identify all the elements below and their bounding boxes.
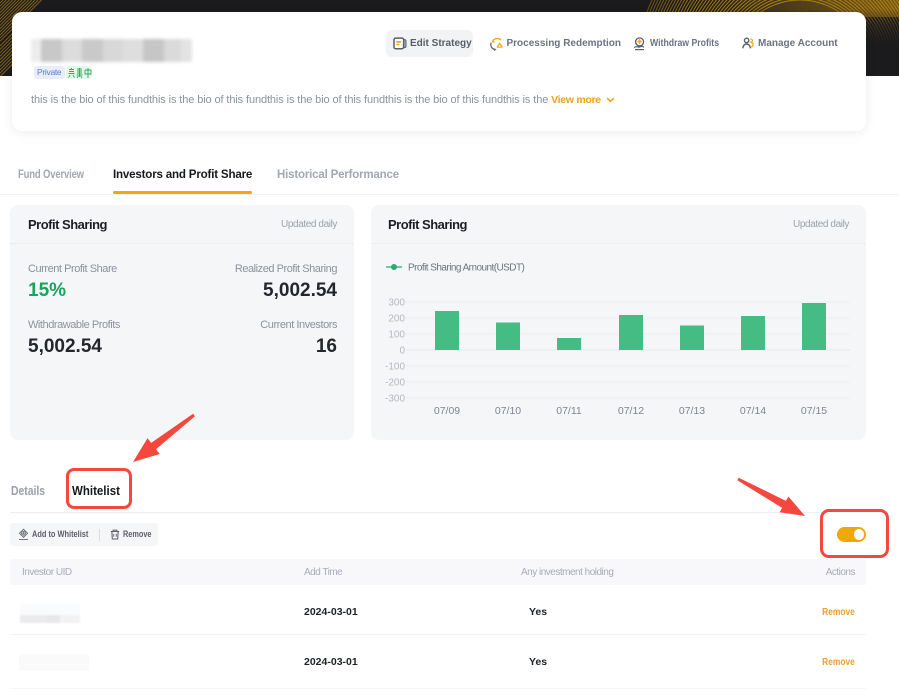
svg-text:0: 0 [399, 346, 405, 357]
svg-text:Profit Sharing Amount(USDT): Profit Sharing Amount(USDT) [408, 262, 525, 273]
svg-text:07/09: 07/09 [434, 405, 460, 417]
svg-text:-100: -100 [385, 362, 405, 373]
svg-text:-300: -300 [385, 394, 405, 405]
svg-text:07/10: 07/10 [495, 405, 521, 417]
svg-text:07/15: 07/15 [801, 405, 827, 417]
svg-text:-200: -200 [385, 378, 405, 389]
svg-text:07/13: 07/13 [679, 405, 705, 417]
svg-text:07/12: 07/12 [618, 405, 644, 417]
svg-text:300: 300 [388, 298, 405, 309]
svg-text:200: 200 [388, 314, 405, 325]
svg-text:100: 100 [388, 330, 405, 341]
svg-text:07/14: 07/14 [740, 405, 766, 417]
svg-text:07/11: 07/11 [556, 405, 582, 417]
